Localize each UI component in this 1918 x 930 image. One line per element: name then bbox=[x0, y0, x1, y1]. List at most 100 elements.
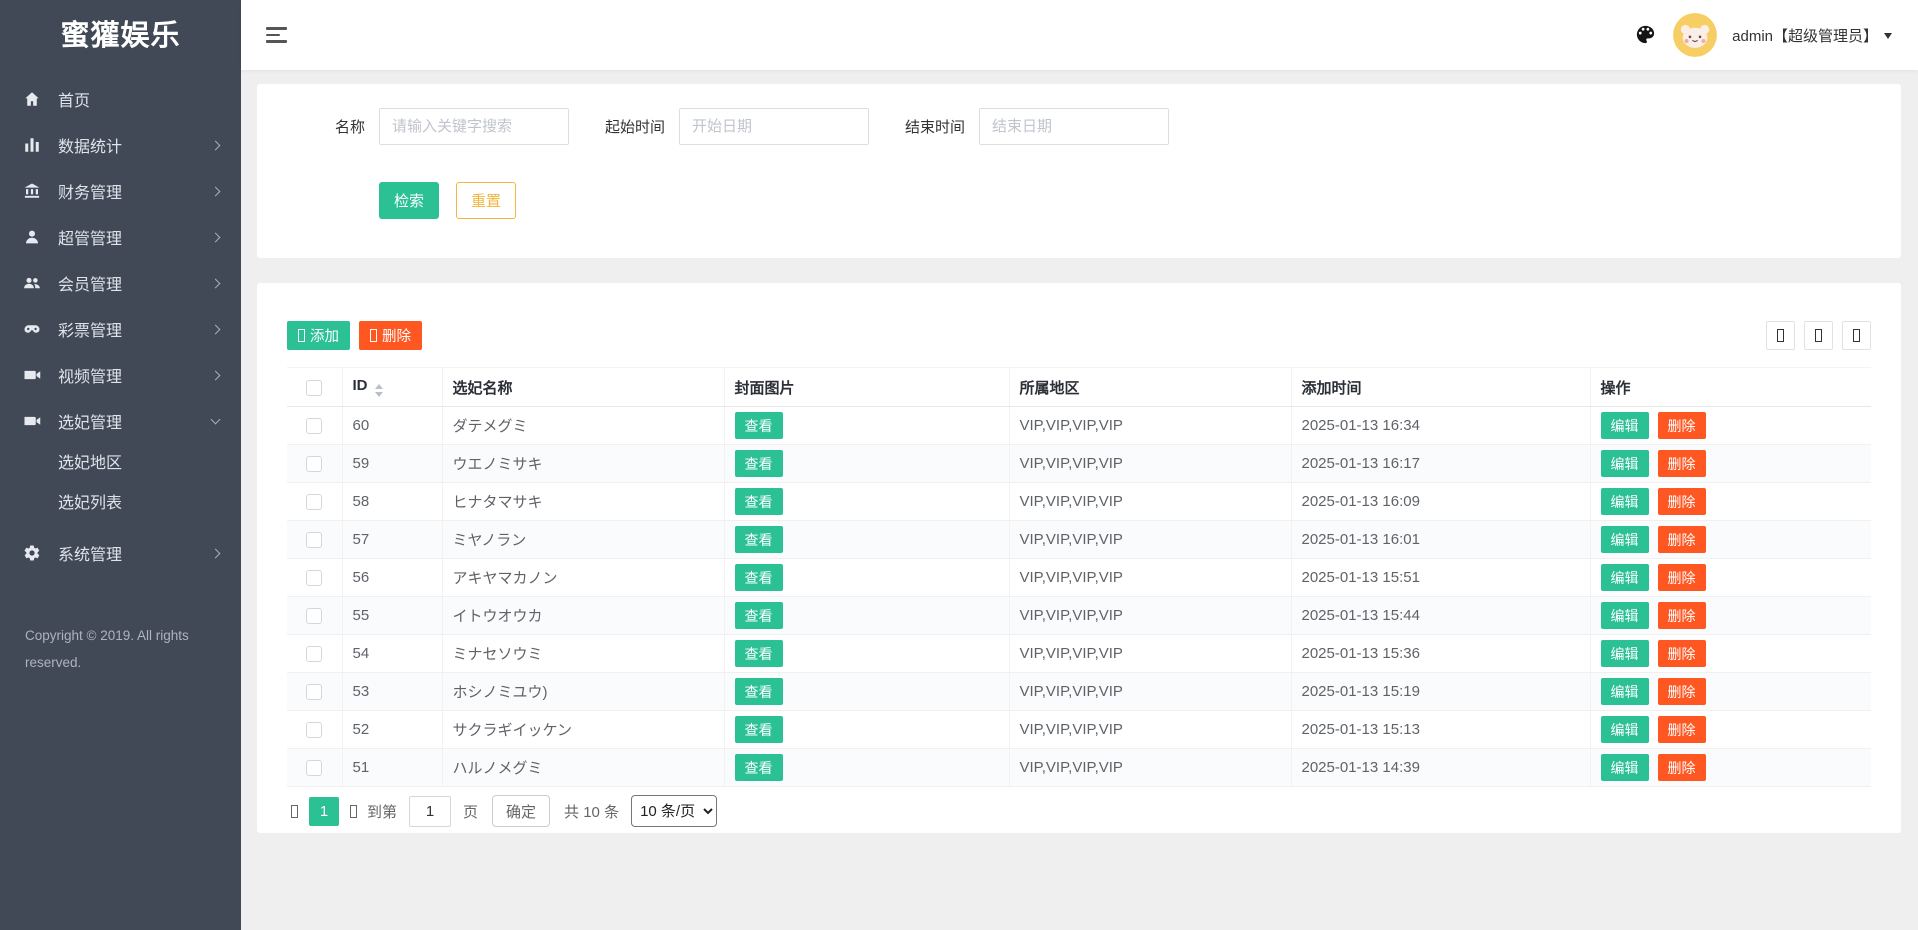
goto-prefix-label: 到第 bbox=[367, 803, 398, 821]
row-checkbox[interactable] bbox=[306, 418, 323, 435]
view-button[interactable]: 查看 bbox=[734, 488, 783, 515]
end-date-input[interactable] bbox=[979, 108, 1169, 145]
reset-button[interactable]: 重置 bbox=[456, 182, 516, 219]
sidebar-item-home[interactable]: 首页 bbox=[0, 76, 241, 122]
row-delete-button[interactable]: 删除 bbox=[1657, 450, 1706, 477]
goto-page-input[interactable] bbox=[409, 795, 452, 827]
edit-button[interactable]: 编辑 bbox=[1600, 564, 1649, 591]
edit-button[interactable]: 编辑 bbox=[1600, 488, 1649, 515]
gear-icon bbox=[23, 544, 44, 562]
sidebar-subitem-concubine-list[interactable]: 选妃列表 bbox=[0, 484, 241, 524]
confirm-page-button[interactable]: 确定 bbox=[492, 795, 551, 827]
video-icon bbox=[23, 412, 44, 430]
row-delete-button[interactable]: 删除 bbox=[1657, 678, 1706, 705]
sidebar-item-concubine[interactable]: 选妃管理 bbox=[0, 398, 241, 444]
cell-time: 2025-01-13 15:13 bbox=[1291, 710, 1591, 749]
table-row: 59 ウエノミサキ 查看 VIP,VIP,VIP,VIP 2025-01-13 … bbox=[287, 444, 1871, 483]
sort-icon[interactable] bbox=[374, 384, 383, 397]
cell-time: 2025-01-13 15:51 bbox=[1291, 558, 1591, 597]
gamepad-icon bbox=[23, 320, 44, 338]
row-checkbox[interactable] bbox=[306, 532, 323, 549]
edit-button[interactable]: 编辑 bbox=[1600, 602, 1649, 629]
cell-name: ミヤノラン bbox=[442, 520, 725, 559]
sidebar-item-finance[interactable]: 财务管理 bbox=[0, 168, 241, 214]
next-page-button[interactable] bbox=[346, 804, 361, 818]
row-delete-button[interactable]: 删除 bbox=[1657, 488, 1706, 515]
edit-button[interactable]: 编辑 bbox=[1600, 412, 1649, 439]
row-delete-button[interactable]: 删除 bbox=[1657, 640, 1706, 667]
row-delete-button[interactable]: 删除 bbox=[1657, 602, 1706, 629]
edit-button[interactable]: 编辑 bbox=[1600, 450, 1649, 477]
delete-button[interactable]: 删除 bbox=[359, 321, 422, 350]
filter-icon bbox=[1777, 329, 1784, 342]
table-tool-filter-button[interactable] bbox=[1766, 321, 1795, 350]
view-button[interactable]: 查看 bbox=[734, 412, 783, 439]
view-button[interactable]: 查看 bbox=[734, 640, 783, 667]
view-button[interactable]: 查看 bbox=[734, 602, 783, 629]
view-button[interactable]: 查看 bbox=[734, 450, 783, 477]
sidebar-item-system[interactable]: 系统管理 bbox=[0, 530, 241, 576]
bank-icon bbox=[23, 182, 44, 200]
col-name: 选妃名称 bbox=[442, 367, 725, 407]
row-checkbox[interactable] bbox=[306, 646, 323, 663]
row-checkbox[interactable] bbox=[306, 684, 323, 701]
row-delete-button[interactable]: 删除 bbox=[1657, 412, 1706, 439]
search-button[interactable]: 检索 bbox=[379, 182, 439, 219]
chevron-right-icon bbox=[210, 232, 221, 243]
data-table: ID 选妃名称 封面图片 所属地区 添加时间 操作 60 ダテメグミ 查看 VI… bbox=[287, 367, 1871, 787]
user-menu[interactable]: admin【超级管理员】 bbox=[1732, 25, 1892, 46]
sidebar-item-statistics[interactable]: 数据统计 bbox=[0, 122, 241, 168]
cell-time: 2025-01-13 16:34 bbox=[1291, 406, 1591, 445]
page-size-select[interactable]: 10 条/页 bbox=[631, 795, 718, 827]
sidebar-item-superadmin[interactable]: 超管管理 bbox=[0, 214, 241, 260]
prev-page-button[interactable] bbox=[287, 804, 302, 818]
edit-button[interactable]: 编辑 bbox=[1600, 754, 1649, 781]
view-button[interactable]: 查看 bbox=[734, 564, 783, 591]
row-checkbox[interactable] bbox=[306, 494, 323, 511]
cell-id: 57 bbox=[342, 520, 443, 559]
cell-name: ヒナタマサキ bbox=[442, 482, 725, 521]
sidebar-item-members[interactable]: 会员管理 bbox=[0, 260, 241, 306]
row-checkbox[interactable] bbox=[306, 570, 323, 587]
row-checkbox[interactable] bbox=[306, 456, 323, 473]
sidebar-subitem-concubine-region[interactable]: 选妃地区 bbox=[0, 444, 241, 484]
name-input[interactable] bbox=[379, 108, 569, 145]
table-tool-export-button[interactable] bbox=[1804, 321, 1833, 350]
sidebar-item-lottery[interactable]: 彩票管理 bbox=[0, 306, 241, 352]
cell-id: 56 bbox=[342, 558, 443, 597]
avatar[interactable] bbox=[1673, 13, 1718, 57]
sidebar-item-video[interactable]: 视频管理 bbox=[0, 352, 241, 398]
cell-name: ウエノミサキ bbox=[442, 444, 725, 483]
edit-button[interactable]: 编辑 bbox=[1600, 526, 1649, 553]
cell-name: ホシノミユウ) bbox=[442, 672, 725, 711]
cell-id: 52 bbox=[342, 710, 443, 749]
start-date-input[interactable] bbox=[679, 108, 869, 145]
row-delete-button[interactable]: 删除 bbox=[1657, 526, 1706, 553]
table-tool-print-button[interactable] bbox=[1842, 321, 1871, 350]
view-button[interactable]: 查看 bbox=[734, 678, 783, 705]
total-count-label: 共 10 条 bbox=[564, 803, 620, 821]
cell-name: サクラギイッケン bbox=[442, 710, 725, 749]
name-filter: 名称 bbox=[287, 108, 569, 145]
row-checkbox[interactable] bbox=[306, 608, 323, 625]
view-button[interactable]: 查看 bbox=[734, 526, 783, 553]
sidebar-toggle-icon[interactable] bbox=[266, 27, 287, 43]
edit-button[interactable]: 编辑 bbox=[1600, 678, 1649, 705]
cell-name: アキヤマカノン bbox=[442, 558, 725, 597]
row-checkbox[interactable] bbox=[306, 760, 323, 777]
page-number-button[interactable]: 1 bbox=[309, 796, 339, 826]
view-button[interactable]: 查看 bbox=[734, 754, 783, 781]
add-button[interactable]: 添加 bbox=[287, 321, 350, 350]
edit-button[interactable]: 编辑 bbox=[1600, 640, 1649, 667]
row-checkbox[interactable] bbox=[306, 722, 323, 739]
theme-palette-icon[interactable] bbox=[1634, 23, 1658, 47]
add-button-label: 添加 bbox=[310, 329, 339, 345]
table-tools bbox=[1766, 321, 1871, 350]
row-delete-button[interactable]: 删除 bbox=[1657, 716, 1706, 743]
view-button[interactable]: 查看 bbox=[734, 716, 783, 743]
row-delete-button[interactable]: 删除 bbox=[1657, 564, 1706, 591]
row-delete-button[interactable]: 删除 bbox=[1657, 754, 1706, 781]
edit-button[interactable]: 编辑 bbox=[1600, 716, 1649, 743]
select-all-checkbox[interactable] bbox=[306, 379, 323, 396]
table-row: 53 ホシノミユウ) 查看 VIP,VIP,VIP,VIP 2025-01-13… bbox=[287, 672, 1871, 711]
